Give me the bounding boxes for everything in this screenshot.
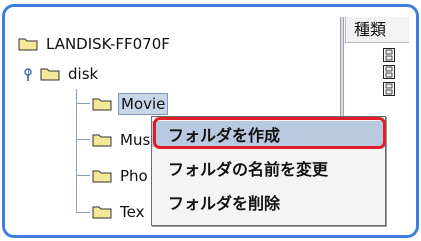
- tree-node-movie[interactable]: Movie: [92, 93, 169, 115]
- tree-node-text[interactable]: Tex: [92, 201, 146, 223]
- tree-node-label: disk: [68, 65, 99, 83]
- film-icon: [383, 64, 395, 79]
- film-icon: [383, 47, 395, 62]
- folder-icon: [92, 97, 112, 111]
- tree-node-music[interactable]: Mus: [92, 129, 152, 151]
- film-icon: [383, 81, 395, 96]
- folder-icon: [92, 205, 112, 219]
- tree-connector: [76, 89, 77, 213]
- tree-connector: [76, 175, 90, 176]
- tree-connector: [76, 212, 90, 213]
- tree-node-label: Pho: [120, 167, 148, 185]
- folder-icon: [92, 133, 112, 147]
- tree-node-photo[interactable]: Pho: [92, 165, 150, 187]
- tree-node-disk[interactable]: disk: [40, 63, 100, 85]
- folder-icon: [92, 169, 112, 183]
- tree-node-label: Mus: [120, 131, 151, 149]
- menu-item-create-folder[interactable]: フォルダを作成: [152, 121, 385, 147]
- menu-item-delete-folder[interactable]: フォルダを削除: [152, 189, 385, 215]
- column-header-type[interactable]: 種類: [345, 17, 409, 43]
- window-frame: LANDISK-FF070F disk Movie Mus Pho Tex 種類…: [2, 4, 419, 238]
- folder-icon: [18, 37, 38, 51]
- tree-node-root[interactable]: LANDISK-FF070F: [18, 33, 172, 55]
- collapse-toggle-icon[interactable]: [22, 67, 34, 81]
- tree-node-label: LANDISK-FF070F: [46, 35, 170, 53]
- folder-icon: [40, 67, 60, 81]
- tree-connector: [76, 139, 90, 140]
- tree-connector: [76, 103, 90, 104]
- menu-item-rename-folder[interactable]: フォルダの名前を変更: [152, 155, 385, 181]
- tree-node-label: Movie: [118, 93, 169, 115]
- context-menu: フォルダを作成 フォルダの名前を変更 フォルダを削除: [151, 116, 386, 226]
- tree-node-label: Tex: [120, 203, 145, 221]
